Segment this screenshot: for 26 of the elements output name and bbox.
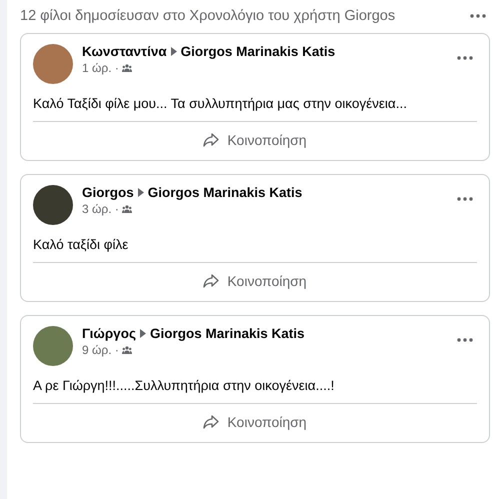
author-link[interactable]: Giorgos: [82, 185, 134, 200]
share-button[interactable]: Κοινοποίηση: [33, 263, 477, 301]
share-arrow-icon: [203, 133, 220, 147]
timestamp-link[interactable]: 9 ώρ. ·: [82, 343, 119, 357]
timestamp-link[interactable]: 1 ώρ. ·: [82, 61, 119, 75]
author-link[interactable]: Γιώργος: [82, 326, 136, 341]
triangle-icon: [140, 329, 146, 338]
post-text: Καλό ταξίδι φίλε: [33, 237, 130, 252]
share-arrow-icon: [203, 415, 220, 429]
target-link[interactable]: Giorgos Marinakis Katis: [180, 44, 336, 59]
share-arrow-icon: [203, 274, 220, 288]
target-link[interactable]: Giorgos Marinakis Katis: [148, 185, 302, 200]
friends-icon: [122, 346, 132, 354]
share-button[interactable]: Κοινοποίηση: [33, 122, 477, 160]
timestamp-link[interactable]: 3 ώρ. ·: [82, 202, 119, 216]
target-link[interactable]: Giorgos Marinakis Katis: [150, 326, 305, 341]
share-button[interactable]: Κοινοποίηση: [33, 404, 477, 442]
post-text: Καλό Ταξίδι φίλε μου... Τα συλλυπητήρια μας στην οικογένεια...: [33, 96, 408, 111]
triangle-icon: [170, 47, 177, 56]
friends-icon: [122, 64, 132, 72]
section-title: 12 φίλοι δημοσίευσαν στο Χρονολόγιο του χρήστη Giorgos: [20, 8, 396, 24]
avatar-placeholder[interactable]: [33, 185, 73, 225]
author-link[interactable]: Κωνσταντίνα: [82, 44, 167, 59]
post-text: Α ρε Γιώργη!!!.....Συλλυπητήρια στην οικογένεια....!: [33, 378, 336, 393]
triangle-icon: [138, 188, 144, 197]
friends-icon: [122, 205, 132, 213]
